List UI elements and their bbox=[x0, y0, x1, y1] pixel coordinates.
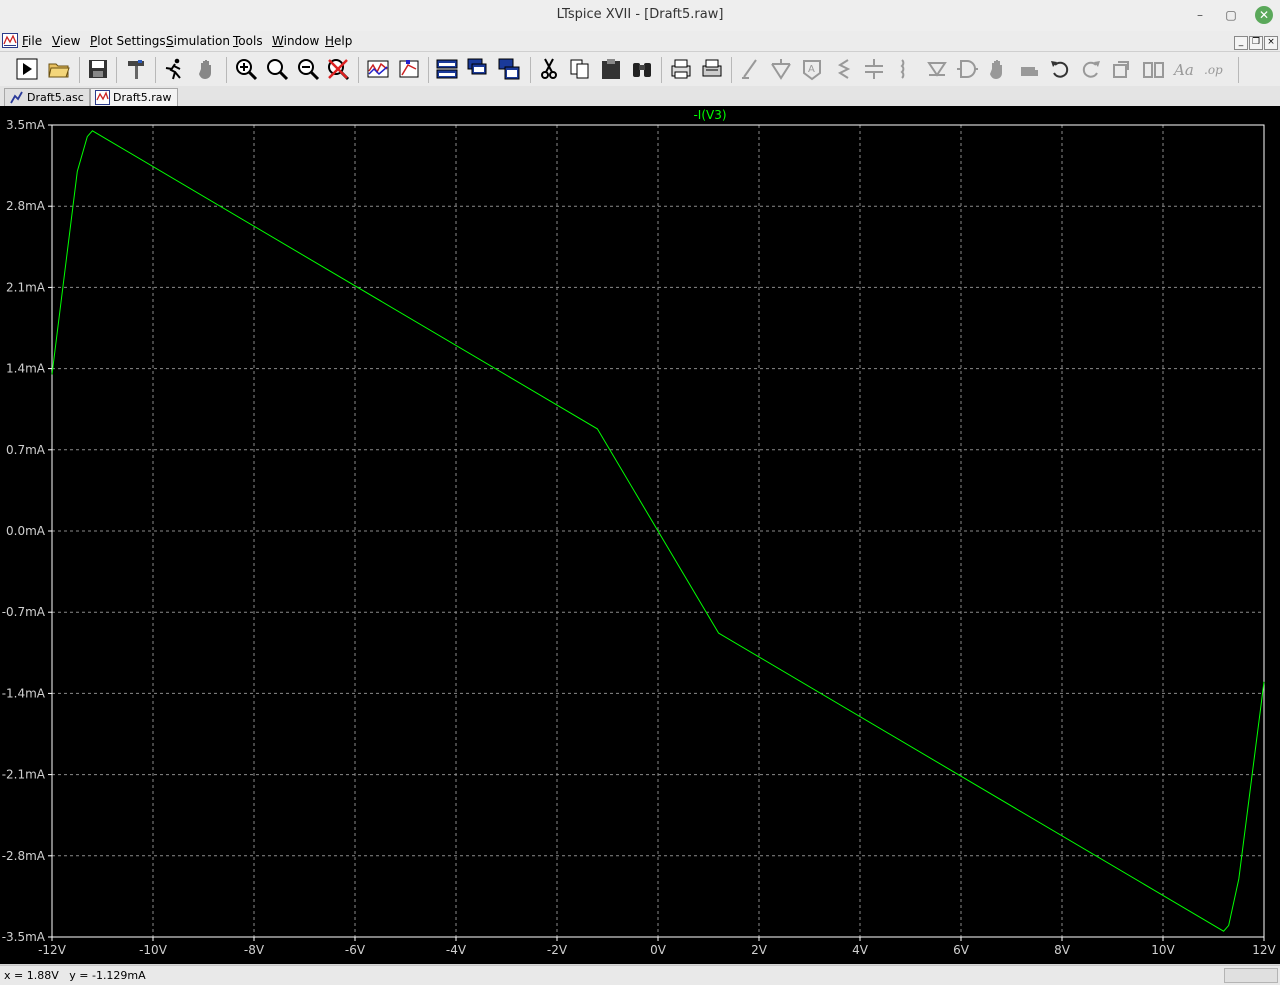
resistor-icon[interactable] bbox=[832, 57, 856, 81]
waveform-chart[interactable]: -12V -10V -8V -6V -4V -2V 0V 2V 4V 6V 8V 10V 12V 3.5… bbox=[0, 106, 1280, 964]
text-icon[interactable]: Aa bbox=[1172, 57, 1196, 81]
undo-icon[interactable] bbox=[1048, 57, 1072, 81]
halt-hand-icon[interactable] bbox=[195, 57, 219, 81]
waveform-icon bbox=[95, 90, 110, 105]
trace-label[interactable]: -I(V3) bbox=[693, 108, 726, 122]
svg-text:.op: .op bbox=[1204, 63, 1223, 77]
x-tick-label: 8V bbox=[1054, 943, 1071, 957]
run-icon[interactable] bbox=[15, 57, 39, 81]
tile-horizontal-icon[interactable] bbox=[435, 57, 459, 81]
mirror-icon[interactable] bbox=[1141, 57, 1165, 81]
x-tick-label: 4V bbox=[852, 943, 869, 957]
tab-label: Draft5.raw bbox=[113, 91, 172, 104]
drag-icon[interactable] bbox=[1017, 57, 1041, 81]
rotate-icon[interactable] bbox=[1110, 57, 1134, 81]
document-tabs: Draft5.asc Draft5.raw bbox=[0, 86, 1280, 106]
tab-draft5-raw[interactable]: Draft5.raw bbox=[90, 88, 178, 106]
x-tick-label: -8V bbox=[244, 943, 265, 957]
cursor-readout: x = 1.88V y = -1.129mA bbox=[4, 969, 146, 982]
menu-help[interactable]: Help bbox=[325, 34, 352, 48]
ground-icon[interactable] bbox=[769, 57, 793, 81]
x-tick-label: -2V bbox=[547, 943, 568, 957]
minimize-button[interactable]: – bbox=[1191, 6, 1209, 24]
x-tick-label: 10V bbox=[1151, 943, 1175, 957]
toolbar: A Aa .op bbox=[0, 52, 1280, 87]
x-tick-label: 12V bbox=[1252, 943, 1276, 957]
zoom-icon[interactable] bbox=[265, 57, 289, 81]
inductor-icon[interactable] bbox=[893, 57, 917, 81]
y-tick-label: -0.7mA bbox=[2, 605, 46, 619]
y-tick-label: -2.8mA bbox=[2, 849, 46, 863]
maximize-button[interactable]: ▢ bbox=[1222, 6, 1240, 24]
y-tick-label: 3.5mA bbox=[6, 118, 46, 132]
autorange-icon[interactable] bbox=[366, 57, 390, 81]
tab-draft5-asc[interactable]: Draft5.asc bbox=[4, 88, 90, 106]
x-tick-label: -4V bbox=[446, 943, 467, 957]
find-icon[interactable] bbox=[630, 57, 654, 81]
print-preview-icon[interactable] bbox=[669, 57, 693, 81]
mdi-controls: _ ❐ × bbox=[1233, 33, 1278, 50]
label-net-icon[interactable]: A bbox=[800, 57, 824, 81]
y-tick-label: 2.1mA bbox=[6, 280, 46, 294]
waveform-plot-pane[interactable]: -12V -10V -8V -6V -4V -2V 0V 2V 4V 6V 8V 10V 12V 3.5… bbox=[0, 106, 1280, 964]
zoom-out-icon[interactable] bbox=[296, 57, 320, 81]
x-tick-label: 6V bbox=[953, 943, 970, 957]
menu-window[interactable]: Window bbox=[272, 34, 319, 48]
move-icon[interactable] bbox=[987, 57, 1011, 81]
x-tick-label: 0V bbox=[650, 943, 667, 957]
x-tick-label: 2V bbox=[751, 943, 768, 957]
zoom-in-icon[interactable] bbox=[234, 57, 258, 81]
y-tick-label: -1.4mA bbox=[2, 686, 46, 700]
y-tick-label: 2.8mA bbox=[6, 199, 46, 213]
y-tick-label: -3.5mA bbox=[2, 930, 46, 944]
close-button[interactable]: ✕ bbox=[1255, 6, 1273, 24]
mdi-minimize-icon[interactable]: _ bbox=[1234, 36, 1248, 50]
menu-plot-settings[interactable]: Plot Settings bbox=[90, 34, 166, 48]
y-readout: y = -1.129mA bbox=[69, 969, 146, 982]
menu-view[interactable]: View bbox=[52, 34, 80, 48]
y-tick-label: -2.1mA bbox=[2, 768, 46, 782]
spice-directive-icon[interactable]: .op bbox=[1203, 57, 1227, 81]
marker-icon[interactable] bbox=[397, 57, 421, 81]
mdi-close-icon[interactable]: × bbox=[1264, 36, 1278, 50]
capacitor-icon[interactable] bbox=[862, 57, 886, 81]
zoom-cancel-icon[interactable] bbox=[326, 57, 350, 81]
menu-bar: File View Plot Settings Simulation Tools… bbox=[0, 31, 1280, 52]
status-panel bbox=[1224, 968, 1278, 983]
running-man-icon[interactable] bbox=[162, 57, 186, 81]
save-icon[interactable] bbox=[86, 57, 110, 81]
svg-text:Aa: Aa bbox=[1172, 61, 1194, 79]
hammer-icon[interactable] bbox=[124, 57, 148, 81]
cascade-icon[interactable] bbox=[466, 57, 490, 81]
menu-file[interactable]: File bbox=[22, 34, 42, 48]
print-icon[interactable] bbox=[700, 57, 724, 81]
redo-icon[interactable] bbox=[1079, 57, 1103, 81]
y-tick-label: 0.7mA bbox=[6, 443, 46, 457]
window-title: LTspice XVII - [Draft5.raw] bbox=[556, 7, 724, 22]
status-bar: x = 1.88V y = -1.129mA bbox=[0, 965, 1280, 985]
paste-icon[interactable] bbox=[599, 57, 623, 81]
cut-icon[interactable] bbox=[537, 57, 561, 81]
wire-icon[interactable] bbox=[739, 57, 763, 81]
open-folder-icon[interactable] bbox=[47, 57, 71, 81]
x-tick-label: -6V bbox=[345, 943, 366, 957]
x-tick-label: -10V bbox=[139, 943, 168, 957]
diode-icon[interactable] bbox=[925, 57, 949, 81]
x-tick-label: -12V bbox=[38, 943, 67, 957]
y-tick-label: 0.0mA bbox=[6, 524, 46, 538]
waveform-app-icon[interactable] bbox=[2, 33, 18, 48]
copy-icon[interactable] bbox=[568, 57, 592, 81]
menu-tools[interactable]: Tools bbox=[233, 34, 263, 48]
x-readout: x = 1.88V bbox=[4, 969, 59, 982]
plot-background bbox=[0, 106, 1280, 964]
tab-label: Draft5.asc bbox=[27, 91, 84, 104]
y-tick-label: 1.4mA bbox=[6, 362, 46, 376]
svg-text:A: A bbox=[808, 64, 815, 75]
schematic-icon bbox=[9, 90, 24, 105]
mdi-restore-icon[interactable]: ❐ bbox=[1249, 36, 1263, 50]
component-icon[interactable] bbox=[955, 57, 979, 81]
tile-vertical-icon[interactable] bbox=[497, 57, 521, 81]
title-bar: LTspice XVII - [Draft5.raw] – ▢ ✕ bbox=[0, 0, 1280, 32]
menu-simulation[interactable]: Simulation bbox=[166, 34, 230, 48]
